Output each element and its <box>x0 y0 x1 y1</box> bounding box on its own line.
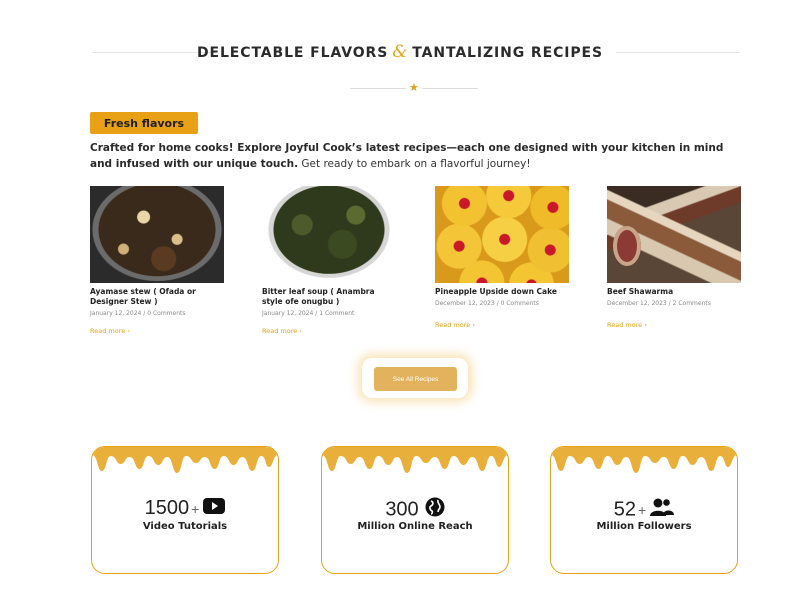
recipe-title[interactable]: Bitter leaf soup ( Anambra style ofe onu… <box>262 287 397 307</box>
read-more-label[interactable]: Read more <box>435 321 470 329</box>
read-more-label[interactable]: Read more <box>90 327 125 335</box>
meta-separator: / <box>668 300 671 307</box>
stat-plus: + <box>638 502 647 519</box>
read-more-label[interactable]: Read more <box>607 321 642 329</box>
stat-number: 300 <box>385 498 419 521</box>
recipe-card[interactable]: Beef Shawarma December 12, 2023 / 2 Comm… <box>607 186 742 329</box>
chevron-right-icon: › <box>299 327 302 335</box>
meta-separator: / <box>143 310 146 317</box>
recipe-meta: December 12, 2023 / 2 Comments <box>607 300 742 307</box>
recipe-date: December 12, 2023 <box>435 300 495 307</box>
chevron-right-icon: › <box>472 321 475 329</box>
read-more-link[interactable]: Read more › <box>262 327 397 335</box>
heading-divider-right <box>616 52 740 53</box>
youtube-icon <box>203 497 226 520</box>
recipe-card[interactable]: Ayamase stew ( Ofada or Designer Stew ) … <box>90 186 225 335</box>
recipe-meta: January 12, 2024 / 0 Comments <box>90 310 225 317</box>
beef-shawarma-photo[interactable] <box>607 186 741 283</box>
stat-number: 1500 <box>144 497 190 519</box>
recipe-comments[interactable]: 2 Comments <box>673 300 711 307</box>
stat-card-followers: 52 + Million Followers <box>550 446 738 574</box>
recipe-card[interactable]: Bitter leaf soup ( Anambra style ofe onu… <box>262 186 397 335</box>
ayamase-stew-photo[interactable] <box>90 186 224 283</box>
honey-drip-decoration <box>551 447 737 473</box>
stat-number-line: 300 <box>322 497 508 523</box>
read-more-link[interactable]: Read more › <box>607 321 742 329</box>
section-heading: DELECTABLE FLAVORS & TANTALIZING RECIPES <box>0 40 800 64</box>
stat-plus: + <box>191 501 200 517</box>
fresh-flavors-badge: Fresh flavors <box>90 112 198 134</box>
stat-number: 52 <box>613 498 637 521</box>
pineapple-cake-photo[interactable] <box>435 186 569 283</box>
recipe-date: January 12, 2024 <box>90 310 142 317</box>
stat-card-online-reach: 300 Million Online Reach <box>321 446 509 574</box>
ornament-line-left <box>350 88 406 89</box>
read-more-label[interactable]: Read more <box>262 327 297 335</box>
bitter-leaf-soup-photo[interactable] <box>262 186 396 283</box>
honey-drip-decoration <box>322 447 508 473</box>
chevron-right-icon: › <box>127 327 130 335</box>
star-icon: ★ <box>409 81 419 94</box>
intro-text: Crafted for home cooks! Explore Joyful C… <box>90 140 740 172</box>
recipe-meta: December 12, 2023 / 0 Comments <box>435 300 570 307</box>
chevron-right-icon: › <box>644 321 647 329</box>
recipe-comments[interactable]: 1 Comment <box>319 310 354 317</box>
read-more-link[interactable]: Read more › <box>90 327 225 335</box>
intro-regular: Get ready to embark on a flavorful journ… <box>298 158 531 170</box>
stat-number-line: 1500 + <box>92 497 278 520</box>
stat-label: Million Followers <box>596 521 692 532</box>
title-ampersand: & <box>392 42 409 62</box>
stat-label: Video Tutorials <box>142 521 228 532</box>
users-icon <box>650 497 675 523</box>
recipe-meta: January 12, 2024 / 1 Comment <box>262 310 397 317</box>
honey-drip-decoration <box>92 447 278 473</box>
recipe-date: December 12, 2023 <box>607 300 667 307</box>
title-part-2: TANTALIZING RECIPES <box>412 45 603 61</box>
stat-number-line: 52 + <box>551 497 737 523</box>
recipe-title[interactable]: Ayamase stew ( Ofada or Designer Stew ) <box>90 287 225 307</box>
meta-separator: / <box>496 300 499 307</box>
stat-card-video-tutorials: 1500 + Video Tutorials <box>91 446 279 574</box>
recipe-comments[interactable]: 0 Comments <box>147 310 185 317</box>
recipe-card[interactable]: Pineapple Upside down Cake December 12, … <box>435 186 570 329</box>
recipe-comments[interactable]: 0 Comments <box>501 300 539 307</box>
recipe-title[interactable]: Pineapple Upside down Cake <box>435 287 570 297</box>
globe-icon <box>425 497 445 523</box>
meta-separator: / <box>315 310 318 317</box>
recipe-title[interactable]: Beef Shawarma <box>607 287 742 297</box>
read-more-link[interactable]: Read more › <box>435 321 570 329</box>
heading-ornament: ★ <box>350 81 478 95</box>
stat-label: Million Online Reach <box>357 521 473 532</box>
title-part-1: DELECTABLE FLAVORS <box>197 45 389 61</box>
recipe-date: January 12, 2024 <box>262 310 314 317</box>
see-all-recipes-button[interactable]: See All Recipes <box>374 367 457 391</box>
ornament-line-right <box>422 88 478 89</box>
